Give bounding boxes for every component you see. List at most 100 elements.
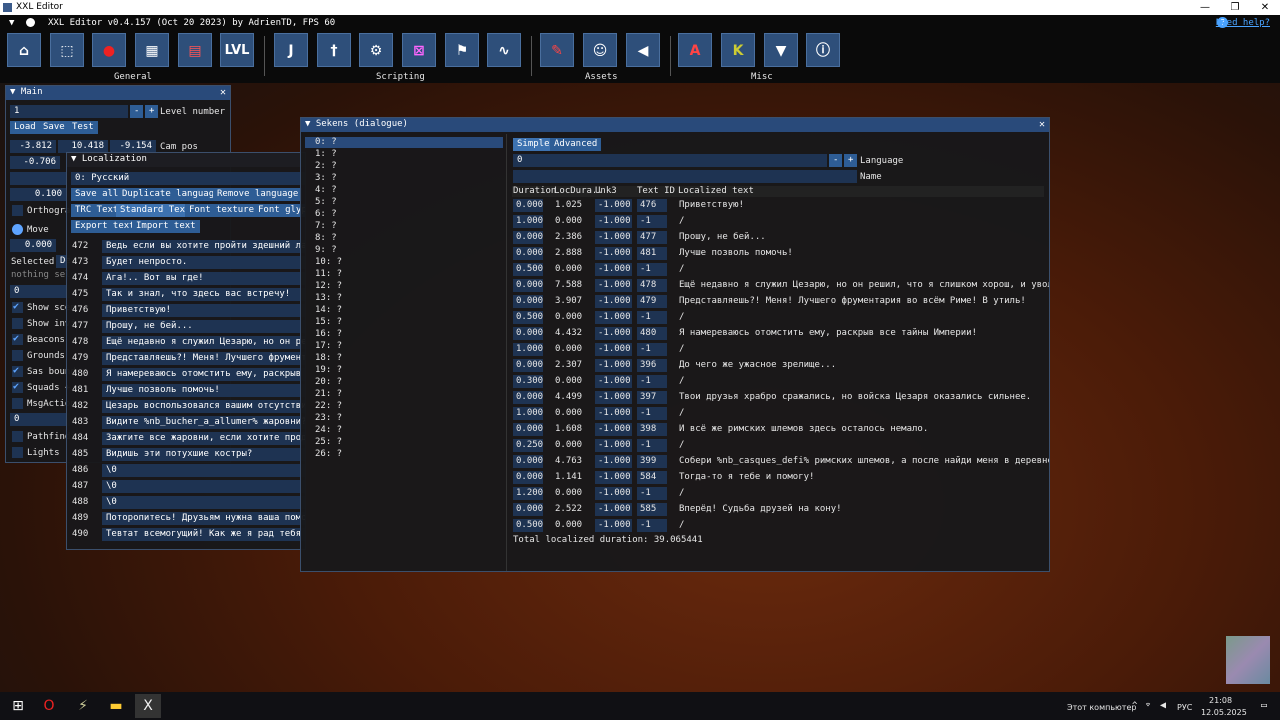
sekens-list-item[interactable]: 9: ?	[305, 245, 503, 256]
duration-input[interactable]: 0.000	[513, 423, 543, 436]
notifications-icon[interactable]: ▭	[1261, 701, 1267, 711]
text-id-input[interactable]: 481	[637, 247, 667, 260]
text-id-input[interactable]: -1	[637, 487, 667, 500]
sekens-list-item[interactable]: 1: ?	[305, 149, 503, 160]
level-increment-button[interactable]: +	[145, 105, 159, 118]
level-decrement-button[interactable]: -	[130, 105, 144, 118]
unk3-input[interactable]: -1.000	[595, 455, 632, 468]
loc-row-text-input[interactable]: Видишь эти потухшие костры?	[102, 448, 305, 461]
unk3-input[interactable]: -1.000	[595, 439, 632, 452]
col-unk3[interactable]: Unk3	[595, 187, 617, 196]
text-id-input[interactable]: -1	[637, 519, 667, 532]
keyboard-tool-button[interactable]: K	[721, 33, 755, 67]
trigger-tool-button[interactable]: ⊠	[402, 33, 436, 67]
font-tool-button[interactable]: A	[678, 33, 712, 67]
level-number-input[interactable]: 1	[10, 105, 128, 118]
unk3-input[interactable]: -1.000	[595, 423, 632, 436]
duration-input[interactable]: 0.000	[513, 471, 543, 484]
text-id-input[interactable]: 584	[637, 471, 667, 484]
text-id-input[interactable]: -1	[637, 263, 667, 276]
app-icon[interactable]: ⚡	[70, 694, 96, 718]
language-select[interactable]: 0: Русский	[71, 172, 305, 185]
export-text-button[interactable]: Export text	[71, 220, 139, 233]
text-id-input[interactable]: 398	[637, 423, 667, 436]
close-icon[interactable]: ✕	[1039, 119, 1045, 130]
sekens-list-item[interactable]: 24: ?	[305, 425, 503, 436]
duration-input[interactable]: 0.500	[513, 519, 543, 532]
unk3-input[interactable]: -1.000	[595, 343, 632, 356]
duration-input[interactable]: 0.250	[513, 439, 543, 452]
opera-icon[interactable]: O	[36, 694, 62, 718]
clock-time[interactable]: 21:08	[1209, 696, 1232, 705]
minimize-button[interactable]: —	[1190, 0, 1220, 15]
text-id-input[interactable]: 399	[637, 455, 667, 468]
sekens-list-item[interactable]: 14: ?	[305, 305, 503, 316]
xxl-editor-taskbar-icon[interactable]: X	[135, 694, 161, 718]
loc-row-text-input[interactable]: Ага!.. Вот вы где!	[102, 272, 305, 285]
sekens-list-item[interactable]: 22: ?	[305, 401, 503, 412]
squads-checkbox[interactable]	[12, 381, 23, 393]
loc-row-text-input[interactable]: Лучше позволь помочь!	[102, 384, 305, 397]
loc-row-text-input[interactable]: Приветствую!	[102, 304, 305, 317]
gear-tool-button[interactable]: ⚙	[359, 33, 393, 67]
move-radio[interactable]	[12, 224, 23, 235]
sekens-list-item[interactable]: 16: ?	[305, 329, 503, 340]
sekens-list-item[interactable]: 12: ?	[305, 281, 503, 292]
grounds-checkbox[interactable]	[12, 350, 23, 361]
sekens-list-item[interactable]: 17: ?	[305, 341, 503, 352]
loc-row-text-input[interactable]: Зажгите все жаровни, если хотите продолж…	[102, 432, 305, 445]
save-all-button[interactable]: Save all	[71, 188, 123, 201]
unk3-input[interactable]: -1.000	[595, 359, 632, 372]
duration-input[interactable]: 0.000	[513, 327, 543, 340]
help-link[interactable]: Need help?	[1216, 18, 1270, 28]
duration-input[interactable]: 0.000	[513, 279, 543, 292]
text-id-input[interactable]: -1	[637, 343, 667, 356]
show-scene-checkbox[interactable]	[12, 301, 23, 313]
duration-input[interactable]: 1.000	[513, 343, 543, 356]
tab-simple[interactable]: Simple	[513, 138, 554, 151]
text-id-input[interactable]: 396	[637, 359, 667, 372]
sekens-list-item[interactable]: 13: ?	[305, 293, 503, 304]
language-index-input[interactable]: 0	[513, 154, 827, 167]
loc-row-text-input[interactable]: \0	[102, 496, 305, 509]
loc-row-text-input[interactable]: Так и знал, что здесь вас встречу!	[102, 288, 305, 301]
unk3-input[interactable]: -1.000	[595, 407, 632, 420]
language-increment-button[interactable]: +	[844, 154, 858, 167]
sekens-list-item[interactable]: 0: ?	[305, 137, 503, 148]
sound-tool-button[interactable]: ◀	[626, 33, 660, 67]
network-icon[interactable]: ⌔	[1145, 701, 1151, 711]
font-textures-tab[interactable]: Font textures	[185, 204, 264, 217]
record-tool-button[interactable]: ●	[92, 33, 126, 67]
test-button[interactable]: Test	[68, 121, 98, 134]
unk3-input[interactable]: -1.000	[595, 263, 632, 276]
unk3-input[interactable]: -1.000	[595, 279, 632, 292]
text-id-input[interactable]: 478	[637, 279, 667, 292]
circle-icon[interactable]	[26, 18, 35, 27]
unk3-input[interactable]: -1.000	[595, 295, 632, 308]
input-language[interactable]: РУС	[1177, 703, 1192, 712]
sekens-list-item[interactable]: 6: ?	[305, 209, 503, 220]
texture-tool-button[interactable]: ✎	[540, 33, 574, 67]
windows-start-icon[interactable]: ⊞	[5, 694, 31, 718]
col-duration[interactable]: Duration	[513, 187, 556, 196]
beacons-checkbox[interactable]	[12, 333, 23, 345]
duration-input[interactable]: 0.000	[513, 359, 543, 372]
show-invisible-checkbox[interactable]	[12, 318, 23, 329]
loc-row-text-input[interactable]: \0	[102, 464, 305, 477]
sekens-list-item[interactable]: 7: ?	[305, 221, 503, 232]
duration-input[interactable]: 0.000	[513, 455, 543, 468]
text-id-input[interactable]: 480	[637, 327, 667, 340]
unk3-input[interactable]: -1.000	[595, 391, 632, 404]
sekens-list-item[interactable]: 23: ?	[305, 413, 503, 424]
duration-input[interactable]: 0.000	[513, 503, 543, 516]
collapse-triangle-icon[interactable]: ▼	[9, 18, 14, 28]
unk3-input[interactable]: -1.000	[595, 471, 632, 484]
duration-input[interactable]: 0.500	[513, 263, 543, 276]
localization-panel-title[interactable]: ▼ Localization	[67, 153, 305, 167]
view-cube[interactable]	[1226, 636, 1270, 684]
text-id-input[interactable]: 477	[637, 231, 667, 244]
loc-row-text-input[interactable]: Ещё недавно я служил Цезарю, но он решил…	[102, 336, 305, 349]
font-glyphs-tab[interactable]: Font glyp	[254, 204, 305, 217]
name-input[interactable]	[513, 170, 857, 183]
unk3-input[interactable]: -1.000	[595, 503, 632, 516]
